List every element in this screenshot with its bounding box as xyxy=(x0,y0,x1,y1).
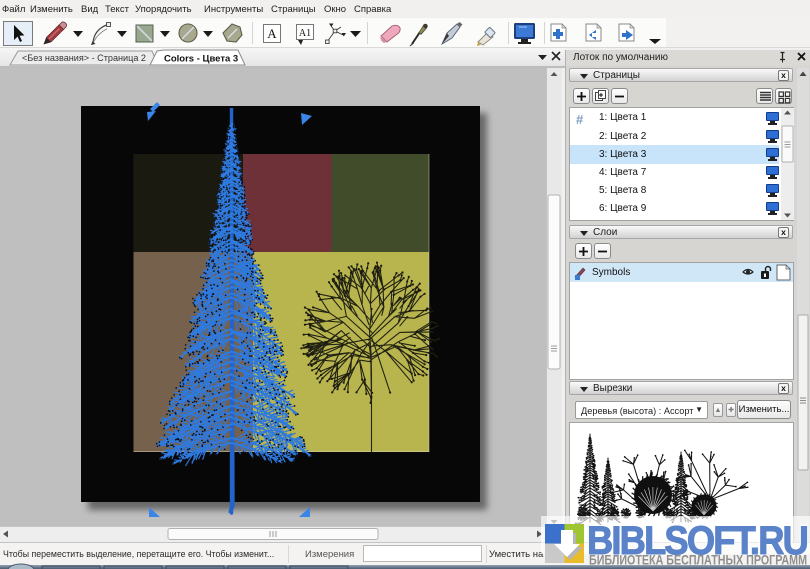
svg-text:A: A xyxy=(267,26,277,41)
svg-text:A1: A1 xyxy=(299,28,311,39)
svg-text:Colors - Цвета 3: Colors - Цвета 3 xyxy=(164,54,238,65)
svg-text:БИБЛИОТЕКА БЕСПЛАТНЫХ ПРОГРАММ: БИБЛИОТЕКА БЕСПЛАТНЫХ ПРОГРАММ xyxy=(589,552,807,568)
svg-text:<Без названия> - Страница 2: <Без названия> - Страница 2 xyxy=(22,53,146,63)
